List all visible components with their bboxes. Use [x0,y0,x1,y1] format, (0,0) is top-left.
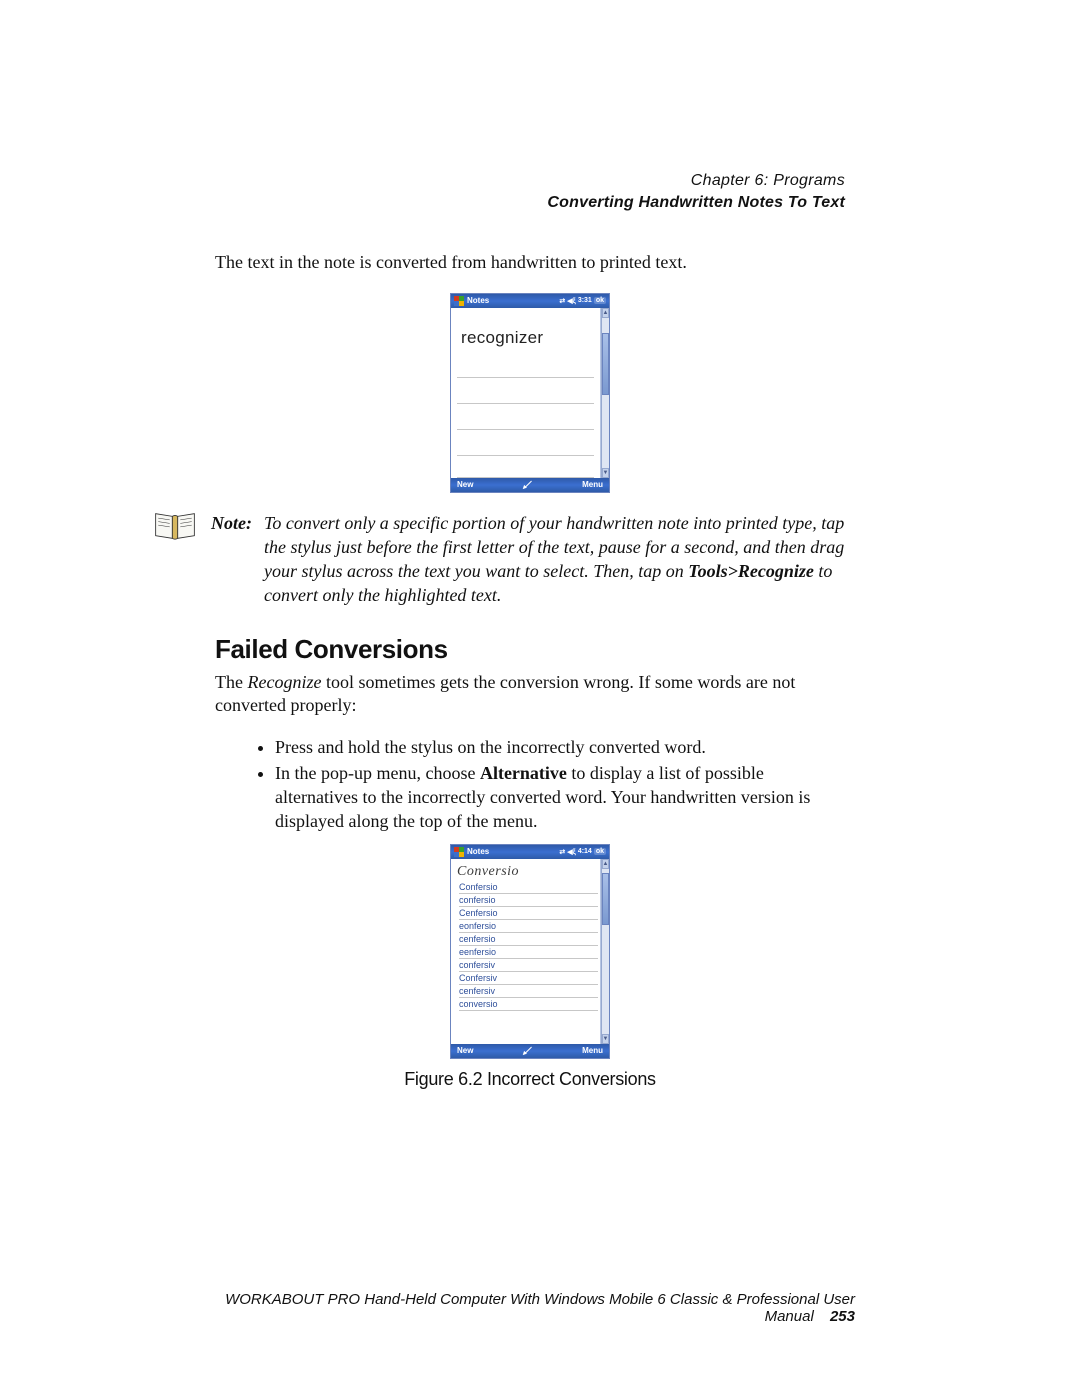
windows-flag-icon [454,847,464,857]
scroll-up-icon[interactable]: ▲ [602,308,609,318]
note-canvas[interactable]: recognizer [451,308,601,478]
screenshot-recognizer: Notes ⇄ ◀ξ 3:31 ok recognizer [450,293,610,493]
alternative-item[interactable]: conversio [459,998,598,1011]
screenshot-alternatives: Notes ⇄ ◀ξ 4:14 ok Conversio Confersioco… [450,844,610,1059]
pda-titlebar: Notes ⇄ ◀ξ 4:14 ok [451,845,609,859]
alternative-item[interactable]: eenfersio [459,946,598,959]
scroll-down-icon[interactable]: ▼ [602,1034,609,1044]
note-text: Note: To convert only a specific portion… [211,511,853,608]
signal-icon: ⇄ [559,848,565,856]
scroll-thumb[interactable] [602,873,609,925]
alternative-item[interactable]: Confersiv [459,972,598,985]
recognized-word: recognizer [457,326,594,352]
failed-em: Recognize [247,672,321,692]
app-title: Notes [467,296,559,305]
pda-bottombar: New Menu [451,1044,609,1058]
clock: 4:14 [578,848,592,855]
scroll-up-icon[interactable]: ▲ [602,859,609,869]
note-label: Note: [211,511,264,608]
alternative-item[interactable]: cenfersio [459,933,598,946]
bullet-2-bold: Alternative [480,763,567,783]
note-tools-recognize: Tools>Recognize [688,561,814,581]
scrollbar[interactable]: ▲ ▼ [601,859,609,1044]
signal-icon: ⇄ [559,297,565,305]
running-header: Chapter 6: Programs Converting Handwritt… [215,170,845,213]
open-book-icon [153,509,197,548]
bullet-list: Press and hold the stylus on the incorre… [215,736,845,834]
status-icons: ⇄ ◀ξ 3:31 ok [559,297,606,305]
intro-paragraph: The text in the note is converted from h… [215,251,845,274]
footer-text: WORKABOUT PRO Hand-Held Computer With Wi… [225,1291,855,1325]
content-column: Chapter 6: Programs Converting Handwritt… [215,170,845,1090]
bullet-2-pre: In the pop-up menu, choose [275,763,480,783]
alternatives-menu[interactable]: ConfersioconfersioCenfersioeonfersiocenf… [453,881,598,1011]
manual-page: Chapter 6: Programs Converting Handwritt… [0,0,1080,1397]
scrollbar[interactable]: ▲ ▼ [601,308,609,478]
figure-caption: Figure 6.2 Incorrect Conversions [215,1069,845,1090]
volume-icon: ◀ξ [567,297,576,305]
alternative-item[interactable]: cenfersiv [459,985,598,998]
note-block: Note: To convert only a specific portion… [153,511,853,608]
section-label: Converting Handwritten Notes To Text [215,192,845,214]
windows-flag-icon [454,296,464,306]
pda-bottombar: New Menu [451,478,609,492]
scroll-down-icon[interactable]: ▼ [602,468,609,478]
page-number: 253 [818,1308,855,1325]
bullet-1: Press and hold the stylus on the incorre… [275,736,845,760]
alternative-item[interactable]: confersio [459,894,598,907]
menu-button[interactable]: Menu [582,1046,603,1055]
app-title: Notes [467,847,559,856]
scroll-thumb[interactable] [602,333,609,395]
failed-pre: The [215,672,247,692]
new-button[interactable]: New [457,1046,473,1055]
note-canvas[interactable]: Conversio ConfersioconfersioCenfersioeon… [451,859,601,1044]
pen-icon[interactable] [513,478,543,492]
menu-button[interactable]: Menu [582,480,603,489]
new-button[interactable]: New [457,480,473,489]
ok-button[interactable]: ok [594,297,606,304]
alternative-item[interactable]: eonfersio [459,920,598,933]
alternative-item[interactable]: Confersio [459,881,598,894]
alternative-item[interactable]: confersiv [459,959,598,972]
clock: 3:31 [578,297,592,304]
heading-failed-conversions: Failed Conversions [215,634,845,665]
pda-titlebar: Notes ⇄ ◀ξ 3:31 ok [451,294,609,308]
pen-icon[interactable] [513,1044,543,1058]
volume-icon: ◀ξ [567,848,576,856]
bullet-2: In the pop-up menu, choose Alternative t… [275,762,845,833]
ok-button[interactable]: ok [594,848,606,855]
chapter-label: Chapter 6: Programs [215,170,845,192]
page-footer: WORKABOUT PRO Hand-Held Computer With Wi… [215,1291,855,1325]
failed-paragraph: The Recognize tool sometimes gets the co… [215,671,845,718]
alternative-item[interactable]: Cenfersio [459,907,598,920]
status-icons: ⇄ ◀ξ 4:14 ok [559,848,606,856]
handwritten-word: Conversio [453,861,598,881]
